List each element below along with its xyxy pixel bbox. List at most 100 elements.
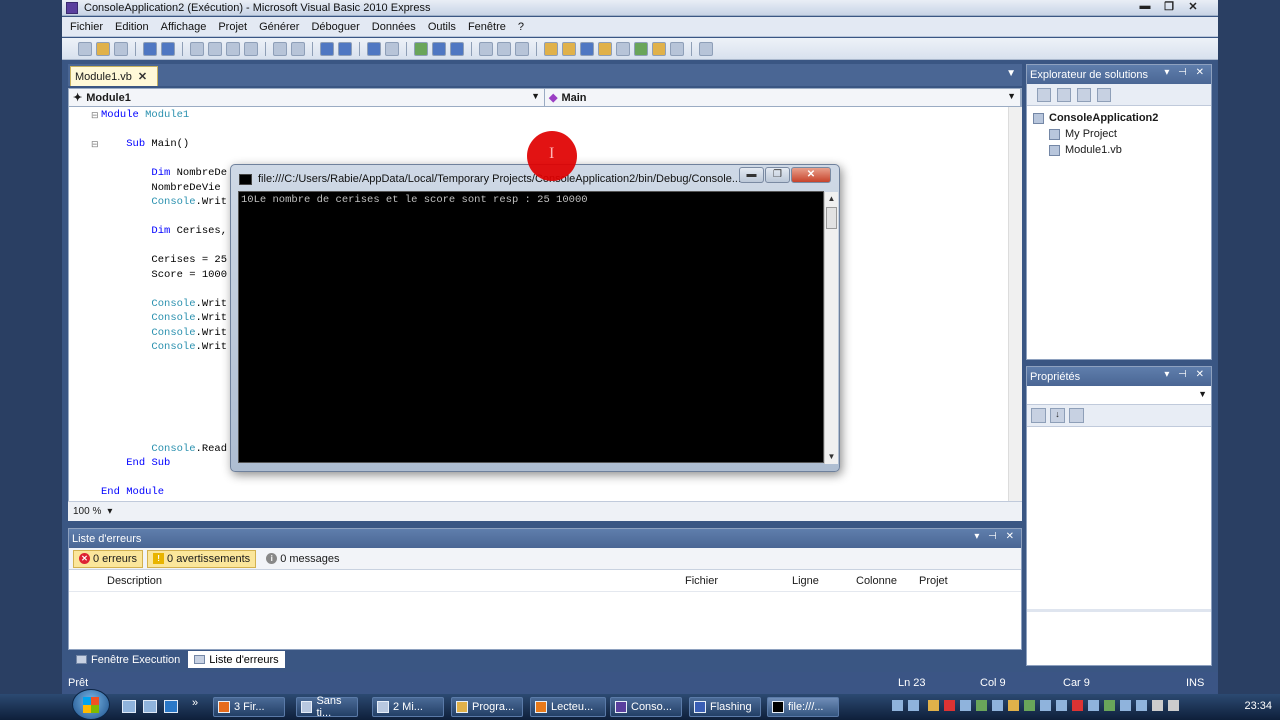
find-icon[interactable] [244, 41, 258, 56]
properties-icon[interactable] [562, 41, 576, 56]
show-all-files-icon[interactable] [1057, 87, 1071, 102]
menu-edition[interactable]: Edition [115, 21, 149, 33]
code-line[interactable]: Console.Writ [101, 195, 227, 210]
code-line[interactable]: Console.Read [101, 442, 227, 457]
save-icon[interactable] [143, 41, 157, 56]
network-icon[interactable] [1168, 700, 1179, 711]
minimize-button[interactable]: ▬ [1134, 0, 1156, 14]
step-over-icon[interactable] [497, 41, 511, 56]
properties-icon[interactable] [1037, 87, 1051, 102]
code-line[interactable]: Sub Main() [101, 137, 189, 152]
code-line[interactable]: Console.Writ [101, 311, 227, 326]
code-line[interactable]: End Module [101, 485, 164, 500]
menu-fenetre[interactable]: Fenêtre [468, 21, 506, 33]
stop-debugging-icon[interactable] [450, 41, 464, 56]
menu-outils[interactable]: Outils [428, 21, 456, 33]
tab-immediate-window[interactable]: Fenêtre Execution [70, 651, 186, 668]
menu-donnees[interactable]: Données [372, 21, 416, 33]
errors-filter-button[interactable]: ✕ 0 erreurs [73, 549, 144, 568]
console-close-button[interactable]: ✕ [791, 167, 831, 183]
code-line[interactable]: Dim Cerises, [101, 224, 227, 239]
column-description[interactable]: Description [107, 575, 162, 587]
immediate-window-icon[interactable] [670, 41, 684, 56]
scroll-down-icon[interactable]: ▼ [825, 450, 838, 464]
member-dropdown[interactable]: ◆ Main ▼ [545, 89, 1021, 106]
cut-icon[interactable] [190, 41, 204, 56]
explorer-icon[interactable] [143, 700, 157, 713]
scroll-up-icon[interactable]: ▲ [825, 192, 838, 206]
taskbar-firefox[interactable]: 3 Fir... [213, 697, 285, 717]
toolbar-options-icon[interactable] [699, 41, 713, 56]
paste-icon[interactable] [226, 41, 240, 56]
warnings-filter-button[interactable]: ! 0 avertissements [147, 549, 257, 568]
menu-fichier[interactable]: Fichier [70, 21, 103, 33]
zoom-level[interactable]: 100 % [73, 506, 101, 517]
internet-explorer-icon[interactable] [164, 700, 178, 713]
object-selector[interactable]: ▼ [1027, 386, 1211, 405]
code-line[interactable]: End Sub [101, 456, 170, 471]
tray-icon[interactable] [1088, 700, 1099, 711]
collapse-icon[interactable]: ⊟ [91, 139, 99, 150]
tray-icon[interactable] [908, 700, 919, 711]
menu-deboguer[interactable]: Déboguer [311, 21, 359, 33]
menu-generer[interactable]: Générer [259, 21, 299, 33]
tray-icon[interactable] [892, 700, 903, 711]
tray-icon[interactable] [928, 700, 939, 711]
tree-item-module1[interactable]: Module1.vb [1033, 142, 1205, 158]
console-scrollbar[interactable]: ▲ ▼ [824, 192, 838, 464]
tray-icon[interactable] [1056, 700, 1067, 711]
code-line[interactable]: Dim NombreDe [101, 166, 227, 181]
editor-vertical-scrollbar[interactable] [1008, 107, 1022, 501]
tab-error-list[interactable]: Liste d'erreurs [188, 651, 285, 668]
taskbar-paint[interactable]: Sans ti... [296, 695, 358, 719]
comment-icon[interactable] [273, 41, 287, 56]
tray-icon[interactable] [1072, 700, 1083, 711]
tree-item-project[interactable]: ConsoleApplication2 [1033, 110, 1205, 126]
console-output-area[interactable]: 10Le nombre de cerises et le score sont … [238, 191, 838, 464]
tray-icon[interactable] [992, 700, 1003, 711]
console-window[interactable]: file:///C:/Users/Rabie/AppData/Local/Tem… [230, 164, 840, 472]
zoom-dropdown-icon[interactable]: ▾ [107, 506, 112, 517]
volume-icon[interactable] [1152, 700, 1163, 711]
console-maximize-button[interactable]: ❐ [765, 167, 790, 183]
tab-dropdown-icon[interactable]: ▼ [1006, 68, 1016, 79]
console-minimize-button[interactable]: ▬ [739, 167, 764, 183]
tray-icon[interactable] [1024, 700, 1035, 711]
tray-icon[interactable] [960, 700, 971, 711]
taskbar-programs[interactable]: Progra... [451, 697, 523, 717]
close-button[interactable]: ✕ [1182, 0, 1204, 14]
tray-icon[interactable] [1120, 700, 1131, 711]
break-all-icon[interactable] [432, 41, 446, 56]
code-line[interactable]: Module Module1 [101, 108, 189, 123]
taskbar-microsoft[interactable]: 2 Mi... [372, 697, 444, 717]
clock[interactable]: 23:34 [1244, 700, 1272, 712]
property-pages-icon[interactable] [1069, 408, 1084, 423]
menu-help[interactable]: ? [518, 21, 524, 33]
tray-icon[interactable] [1104, 700, 1115, 711]
column-projet[interactable]: Projet [919, 575, 948, 587]
view-code-icon[interactable] [1097, 87, 1111, 102]
scroll-thumb[interactable] [826, 207, 837, 229]
code-line[interactable]: Console.Writ [101, 340, 227, 355]
tray-icon[interactable] [1008, 700, 1019, 711]
column-fichier[interactable]: Fichier [685, 575, 718, 587]
pane-controls[interactable]: ▾ ⊣ ✕ [1164, 369, 1207, 380]
copy-icon[interactable] [208, 41, 222, 56]
code-line[interactable]: Console.Writ [101, 326, 227, 341]
collapse-icon[interactable]: ⊟ [91, 110, 99, 121]
tab-module1-vb[interactable]: Module1.vb ✕ [70, 66, 158, 86]
object-browser-icon[interactable] [580, 41, 594, 56]
menu-affichage[interactable]: Affichage [161, 21, 207, 33]
tray-icon[interactable] [976, 700, 987, 711]
add-item-icon[interactable] [114, 41, 128, 56]
maximize-button[interactable]: ❐ [1158, 0, 1180, 14]
continue-icon[interactable] [414, 41, 428, 56]
column-ligne[interactable]: Ligne [792, 575, 819, 587]
save-all-icon[interactable] [161, 41, 175, 56]
quicklaunch-more-icon[interactable]: » [192, 697, 198, 709]
code-line[interactable]: Cerises = 25 [101, 253, 227, 268]
tray-icon[interactable] [1040, 700, 1051, 711]
code-line[interactable]: Console.Writ [101, 297, 227, 312]
tray-icon[interactable] [944, 700, 955, 711]
navigate-forward-icon[interactable] [385, 41, 399, 56]
